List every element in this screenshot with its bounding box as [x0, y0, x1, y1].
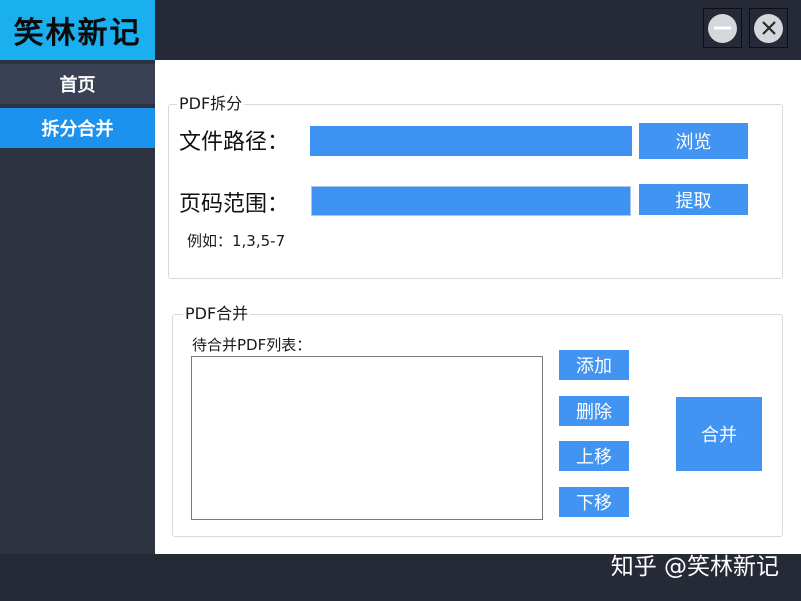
browse-button[interactable]: 浏览 — [639, 123, 748, 159]
sidebar-item-home[interactable]: 首页 — [0, 64, 155, 104]
page-range-hint: 例如：1,3,5-7 — [187, 232, 286, 250]
watermark-text: 知乎 @笑林新记 — [610, 554, 779, 580]
file-path-label: 文件路径： — [179, 130, 290, 155]
page-range-input[interactable] — [311, 186, 631, 216]
pdf-merge-legend: PDF合并 — [183, 304, 251, 324]
merge-button[interactable]: 合并 — [676, 397, 762, 471]
move-down-button[interactable]: 下移 — [559, 487, 629, 517]
extract-button[interactable]: 提取 — [639, 184, 748, 215]
minimize-button[interactable] — [703, 8, 742, 48]
minus-circle-icon — [708, 13, 737, 43]
merge-list-label: 待合并PDF列表： — [192, 336, 312, 354]
file-path-input[interactable] — [310, 126, 632, 156]
delete-button[interactable]: 删除 — [559, 396, 629, 426]
sidebar: 首页 拆分合并 — [0, 60, 155, 554]
move-up-button[interactable]: 上移 — [559, 441, 629, 471]
x-circle-icon — [754, 13, 783, 43]
main-panel: PDF拆分 文件路径： 浏览 页码范围： 提取 例如：1,3,5-7 PDF合并… — [155, 60, 801, 554]
add-button[interactable]: 添加 — [559, 350, 629, 380]
title-bar — [155, 0, 801, 60]
app-logo: 笑林新记 — [0, 0, 155, 60]
sidebar-item-split-merge[interactable]: 拆分合并 — [0, 108, 155, 148]
pdf-split-legend: PDF拆分 — [177, 94, 245, 114]
page-range-label: 页码范围： — [179, 192, 290, 217]
close-button[interactable] — [749, 8, 788, 48]
merge-file-list[interactable] — [191, 356, 543, 520]
